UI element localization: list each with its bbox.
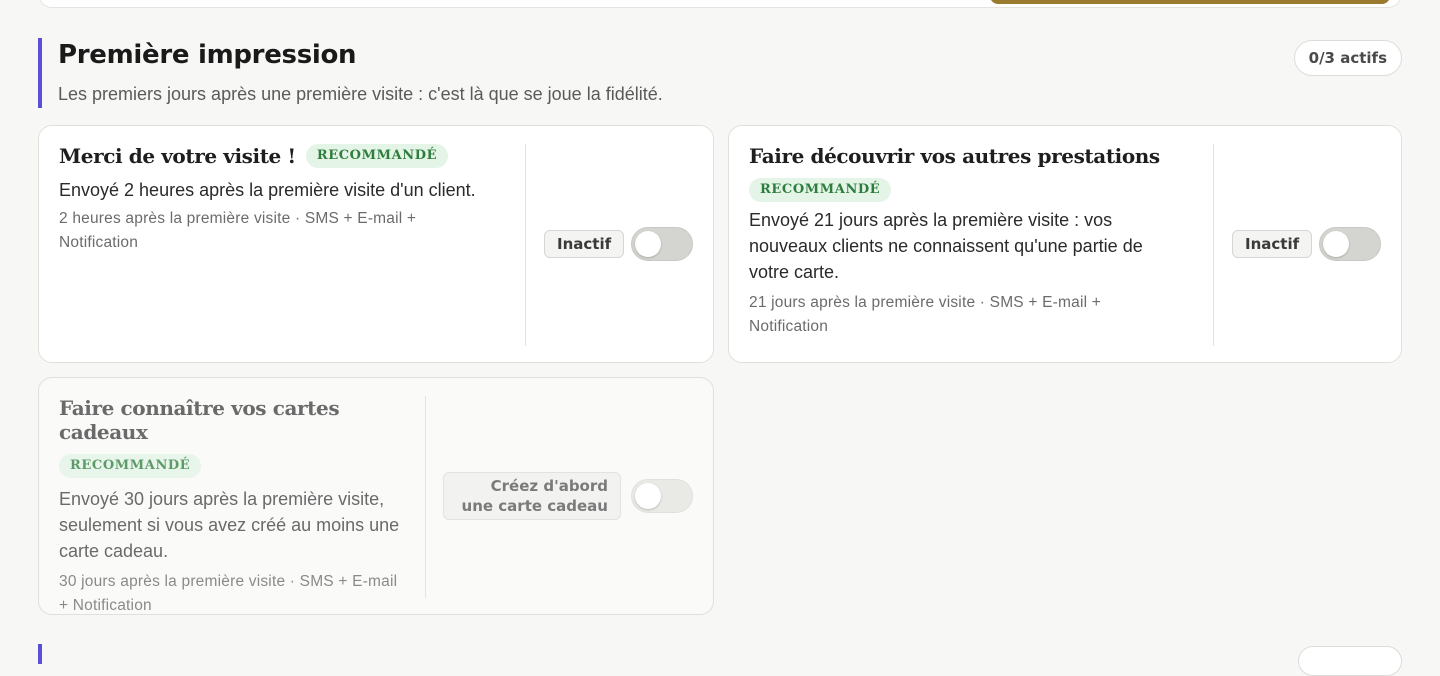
section-header: Première impression Les premiers jours a… — [38, 38, 1402, 108]
card-description: Envoyé 2 heures après la première visite… — [59, 180, 476, 200]
toggle-knob — [1323, 231, 1349, 257]
card-description: Envoyé 21 jours après la première visite… — [749, 210, 1143, 282]
section-subtitle: Les premiers jours après une première vi… — [58, 84, 663, 104]
card-description: Envoyé 30 jours après la première visite… — [59, 489, 400, 561]
status-pill: Inactif — [544, 230, 625, 258]
automation-card-gift-cards: Faire connaître vos cartes cadeaux RECOM… — [38, 377, 714, 615]
automation-card-other-services: Faire découvrir vos autres prestations R… — [728, 125, 1402, 363]
previous-section-button[interactable] — [990, 0, 1390, 4]
active-count-badge: 0/3 actifs — [1293, 40, 1402, 76]
next-section-accent — [38, 644, 42, 664]
card-toggle[interactable] — [631, 227, 693, 261]
status-pill: Inactif — [1232, 230, 1313, 258]
card-toggle-disabled — [631, 479, 693, 513]
create-gift-card-first-pill: Créez d'abord une carte cadeau — [443, 472, 621, 520]
toggle-knob — [635, 231, 661, 257]
recommended-badge: RECOMMANDÉ — [305, 144, 449, 168]
card-meta: 21 jours après la première visite · SMS … — [749, 294, 1101, 335]
card-divider — [525, 144, 526, 346]
card-title: Faire découvrir vos autres prestations — [749, 144, 1160, 168]
automation-card-thank-you: Merci de votre visite ! RECOMMANDÉ Envoy… — [38, 125, 714, 363]
toggle-knob — [635, 483, 661, 509]
card-meta: 30 jours après la première visite · SMS … — [59, 573, 398, 614]
next-section-count-badge — [1298, 646, 1402, 676]
section-title: Première impression — [58, 40, 357, 70]
recommended-badge: RECOMMANDÉ — [59, 454, 202, 478]
card-title: Faire connaître vos cartes cadeaux — [59, 396, 340, 444]
card-title: Merci de votre visite ! — [59, 144, 296, 168]
card-divider — [1213, 144, 1214, 346]
card-meta: 2 heures après la première visite · SMS … — [59, 210, 417, 251]
card-toggle[interactable] — [1319, 227, 1381, 261]
recommended-badge: RECOMMANDÉ — [749, 178, 892, 202]
card-divider — [425, 396, 426, 598]
